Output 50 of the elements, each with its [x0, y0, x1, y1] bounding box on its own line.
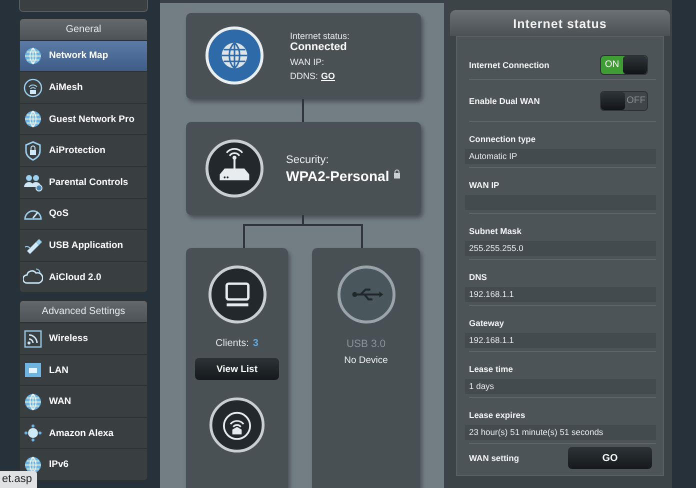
view-list-button[interactable]: View List	[195, 358, 279, 380]
row-label: WAN setting	[469, 453, 520, 463]
globe-icon	[23, 46, 43, 66]
row-label: Gateway	[469, 318, 505, 328]
ddns-label: DDNS:	[290, 70, 318, 81]
globe-icon	[23, 392, 43, 412]
monitor-icon[interactable]	[208, 265, 266, 324]
router-icon[interactable]	[205, 139, 264, 198]
sidebar-item[interactable]: Network Map	[20, 40, 147, 72]
sidebar-item[interactable]: LAN	[20, 354, 147, 386]
section-header: Advanced Settings	[20, 301, 147, 322]
sidebar-item[interactable]: Amazon Alexa	[20, 416, 147, 448]
status-url: et.asp	[0, 471, 37, 488]
clients-label: Clients:	[216, 338, 249, 349]
status-value: Connected	[290, 40, 348, 53]
security-value: WPA2-Personal	[286, 168, 390, 184]
row-label: Subnet Mask	[469, 226, 522, 236]
row-label: Lease expires	[469, 410, 526, 420]
ddns-link[interactable]: GO	[321, 70, 336, 81]
value-field: 23 hour(s) 51 minute(s) 51 seconds	[465, 425, 656, 440]
usb-status: No Device	[344, 355, 388, 366]
row-label: Internet Connection	[469, 60, 550, 70]
go-button[interactable]: GO	[568, 447, 652, 469]
clients-count: 3	[252, 338, 258, 349]
globe-icon[interactable]	[205, 26, 264, 86]
usb-icon[interactable]	[336, 265, 396, 324]
network-icon	[23, 423, 43, 444]
wifi-icon	[23, 328, 43, 349]
section-header: General	[20, 18, 147, 40]
row-label: Enable Dual WAN	[469, 96, 540, 106]
security-label: Security:	[286, 154, 330, 166]
row-label: Lease time	[469, 364, 514, 374]
globe-icon	[23, 109, 43, 130]
panel-header: Internet status	[450, 10, 670, 36]
value-field: 192.168.1.1	[465, 287, 656, 302]
value-field: 255.255.255.0	[465, 241, 656, 256]
row-label: Connection type	[469, 134, 537, 144]
value-field: Automatic IP	[465, 149, 656, 164]
lock-icon	[393, 168, 402, 179]
row-label: WAN IP	[469, 180, 500, 190]
row-label: DNS	[469, 272, 488, 282]
usb-title: USB 3.0	[346, 338, 386, 350]
toggle-switch[interactable]: ON	[600, 55, 648, 75]
value-field: 192.168.1.1	[465, 333, 656, 348]
people-icon	[23, 172, 43, 192]
status-label: Internet status:	[290, 30, 350, 41]
wan-ip-label: WAN IP:	[290, 56, 326, 67]
sidebar-item[interactable]: Guest Network Pro	[20, 102, 147, 134]
value-field: 1 days	[465, 379, 656, 394]
shield-icon	[23, 140, 43, 161]
